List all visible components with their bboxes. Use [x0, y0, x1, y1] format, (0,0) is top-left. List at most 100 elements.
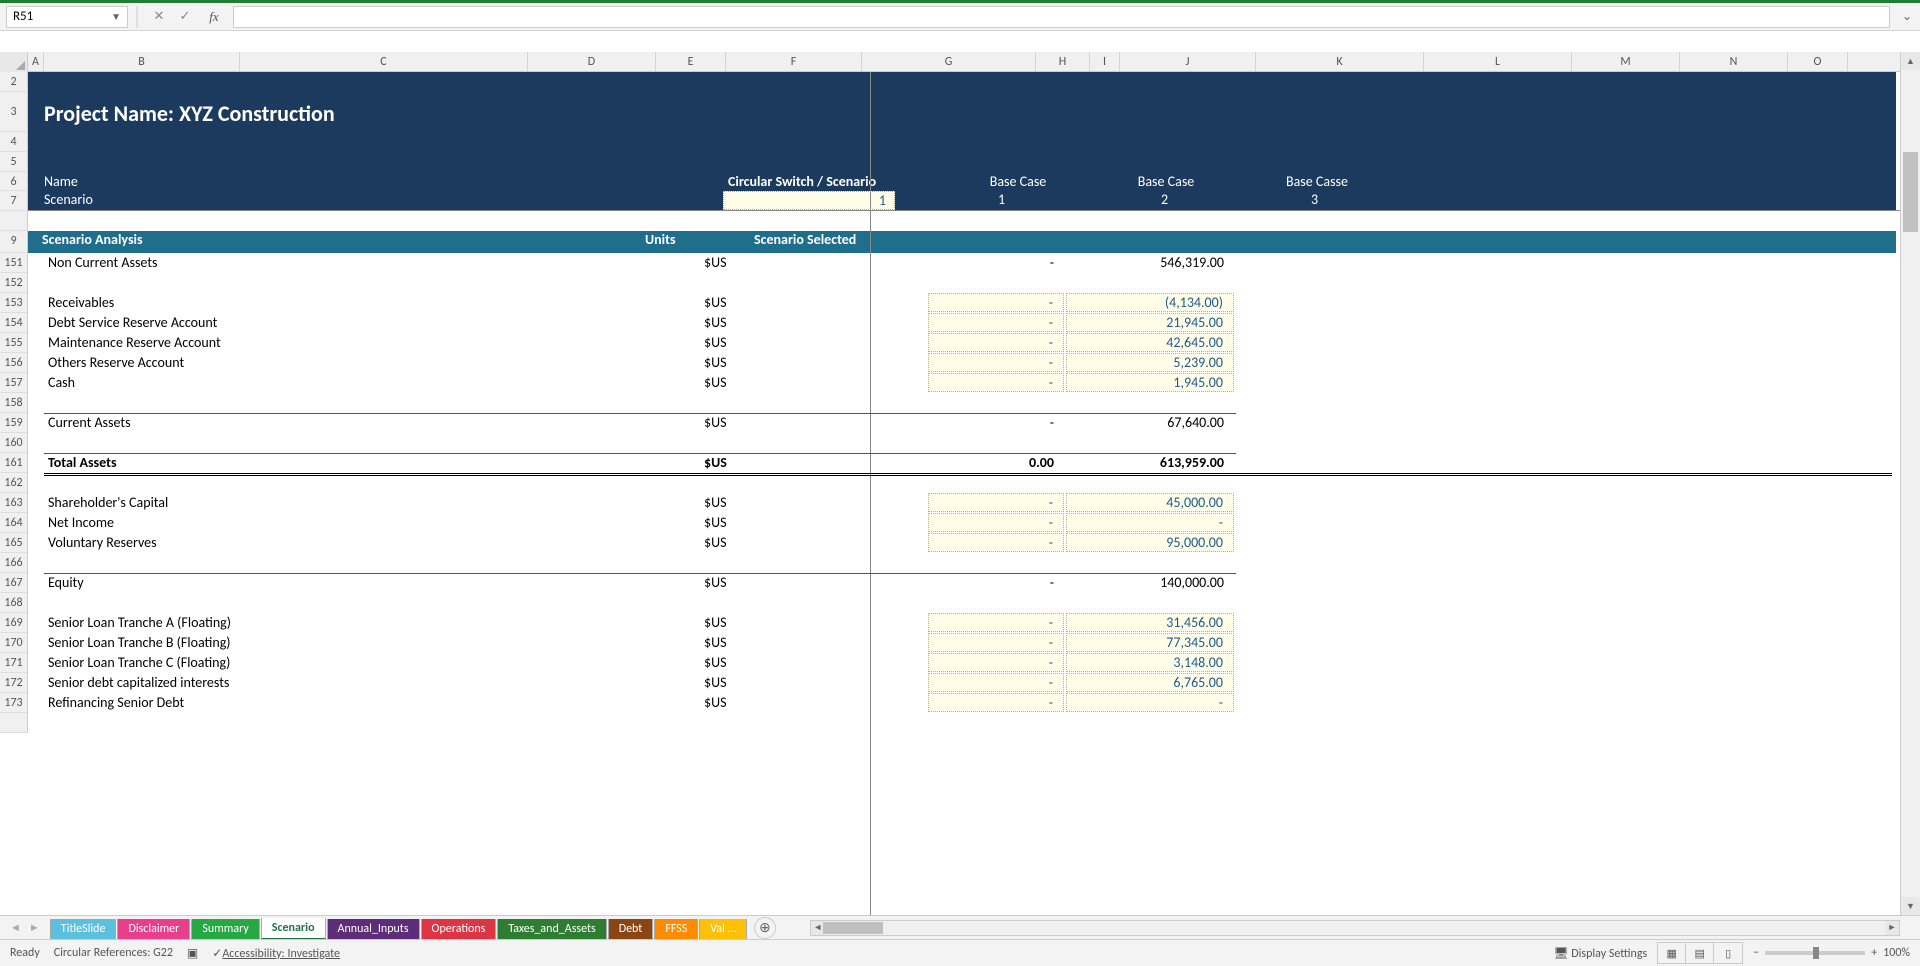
input-cell-j[interactable]: -: [928, 533, 1064, 552]
input-cell-j[interactable]: -: [928, 293, 1064, 312]
value-cell-j[interactable]: -: [928, 253, 1064, 273]
zoom-level[interactable]: 100%: [1883, 946, 1910, 960]
col-header[interactable]: B: [44, 52, 240, 71]
row-header[interactable]: 161: [0, 453, 28, 473]
expand-formula-icon[interactable]: ⌄: [1902, 9, 1912, 24]
row-header[interactable]: 4: [0, 132, 28, 152]
input-cell-j[interactable]: -: [928, 333, 1064, 352]
row-header[interactable]: 159: [0, 413, 28, 433]
row-header[interactable]: 163: [0, 493, 28, 513]
value-cell-j[interactable]: -: [928, 413, 1064, 433]
scroll-up-icon[interactable]: ▲: [1901, 52, 1920, 70]
row-header[interactable]: 165: [0, 533, 28, 553]
col-header[interactable]: G: [862, 52, 1036, 71]
row-header[interactable]: 157: [0, 373, 28, 393]
col-header[interactable]: M: [1572, 52, 1680, 71]
input-cell-j[interactable]: -: [928, 613, 1064, 632]
sheet-tab-debt[interactable]: Debt: [608, 919, 654, 940]
input-cell-j[interactable]: -: [928, 693, 1064, 712]
formula-input[interactable]: [233, 6, 1890, 28]
col-header[interactable]: A: [28, 52, 44, 71]
row-header[interactable]: 2: [0, 72, 28, 92]
row-header[interactable]: 167: [0, 573, 28, 593]
col-header[interactable]: J: [1120, 52, 1256, 71]
scroll-right-icon[interactable]: ►: [1885, 921, 1899, 935]
input-cell-j[interactable]: -: [928, 493, 1064, 512]
input-cell-k[interactable]: 95,000.00: [1066, 533, 1234, 552]
row-header[interactable]: 156: [0, 353, 28, 373]
select-all-triangle[interactable]: [0, 52, 28, 72]
row-header[interactable]: 3: [0, 92, 28, 132]
input-cell-j[interactable]: -: [928, 373, 1064, 392]
col-header[interactable]: F: [726, 52, 862, 71]
confirm-formula-icon[interactable]: ✓: [173, 6, 197, 28]
tab-nav-next-icon[interactable]: ►: [29, 921, 40, 934]
fx-icon[interactable]: fx: [202, 6, 226, 28]
row-header[interactable]: 154: [0, 313, 28, 333]
input-cell-j[interactable]: -: [928, 653, 1064, 672]
row-header[interactable]: [0, 211, 28, 231]
input-cell-j[interactable]: -: [928, 673, 1064, 692]
sheet-tab-taxes_and_assets[interactable]: Taxes_and_Assets: [497, 919, 606, 940]
tab-nav-first-icon[interactable]: ◄: [10, 921, 21, 934]
value-cell-j[interactable]: 0.00: [928, 453, 1064, 473]
sheet-tab-operations[interactable]: Operations: [421, 919, 497, 940]
col-header[interactable]: K: [1256, 52, 1424, 71]
page-break-view-icon[interactable]: ▯: [1714, 943, 1742, 963]
sheet-tab-ffss[interactable]: FFSS: [654, 919, 698, 940]
value-cell-j[interactable]: -: [928, 573, 1064, 593]
scroll-thumb[interactable]: [1903, 152, 1918, 232]
input-cell-k[interactable]: 1,945.00: [1066, 373, 1234, 392]
cancel-formula-icon[interactable]: ✕: [147, 6, 171, 28]
sheet-tab-disclaimer[interactable]: Disclaimer: [117, 919, 190, 940]
row-header[interactable]: 153: [0, 293, 28, 313]
row-header[interactable]: 155: [0, 333, 28, 353]
row-header[interactable]: 7: [0, 191, 28, 211]
value-cell-k[interactable]: 613,959.00: [1066, 453, 1234, 473]
row-header[interactable]: 170: [0, 633, 28, 653]
zoom-in-button[interactable]: +: [1871, 946, 1877, 960]
status-circular-refs[interactable]: Circular References: G22: [54, 946, 173, 960]
col-header[interactable]: I: [1090, 52, 1120, 71]
hscroll-thumb[interactable]: [823, 922, 883, 934]
page-layout-view-icon[interactable]: ▤: [1686, 943, 1714, 963]
value-cell-k[interactable]: 67,640.00: [1066, 413, 1234, 433]
col-header[interactable]: D: [528, 52, 656, 71]
input-cell-k[interactable]: -: [1066, 513, 1234, 532]
scroll-down-icon[interactable]: ▼: [1901, 897, 1920, 915]
input-cell-k[interactable]: 77,345.00: [1066, 633, 1234, 652]
sheet-tab-val[interactable]: Val …: [699, 919, 747, 940]
zoom-out-button[interactable]: −: [1753, 946, 1759, 960]
display-settings-button[interactable]: 🖥 Display Settings: [1553, 946, 1647, 961]
spreadsheet-grid[interactable]: 2 3 4 5 6 7 9 Project Name: XYZ Construc…: [0, 72, 1900, 915]
input-cell-j[interactable]: -: [928, 353, 1064, 372]
zoom-slider[interactable]: [1765, 951, 1865, 955]
col-header[interactable]: E: [656, 52, 726, 71]
col-header[interactable]: N: [1680, 52, 1788, 71]
row-header[interactable]: 164: [0, 513, 28, 533]
col-header[interactable]: L: [1424, 52, 1572, 71]
input-cell-k[interactable]: 5,239.00: [1066, 353, 1234, 372]
row-header[interactable]: 166: [0, 553, 28, 573]
row-header[interactable]: 169: [0, 613, 28, 633]
col-header[interactable]: O: [1788, 52, 1848, 71]
sheet-tab-scenario[interactable]: Scenario: [261, 918, 326, 940]
chevron-down-icon[interactable]: ▼: [111, 10, 121, 23]
vertical-scrollbar[interactable]: ▲ ▼: [1900, 52, 1920, 915]
row-header[interactable]: [0, 713, 28, 733]
value-cell-k[interactable]: 546,319.00: [1066, 253, 1234, 273]
value-cell-k[interactable]: 140,000.00: [1066, 573, 1234, 593]
input-cell-j[interactable]: -: [928, 633, 1064, 652]
col-header[interactable]: H: [1036, 52, 1090, 71]
row-header[interactable]: 6: [0, 172, 28, 191]
input-cell-j[interactable]: -: [928, 513, 1064, 532]
macro-record-icon[interactable]: ▣: [187, 946, 198, 961]
col-header[interactable]: C: [240, 52, 528, 71]
accessibility-status[interactable]: ✓Accessibility: Investigate: [212, 946, 340, 961]
row-header[interactable]: 162: [0, 473, 28, 493]
input-cell-k[interactable]: 31,456.00: [1066, 613, 1234, 632]
row-header[interactable]: 152: [0, 273, 28, 293]
input-cell-k[interactable]: 21,945.00: [1066, 313, 1234, 332]
row-header[interactable]: 173: [0, 693, 28, 713]
row-header[interactable]: 9: [0, 231, 28, 253]
